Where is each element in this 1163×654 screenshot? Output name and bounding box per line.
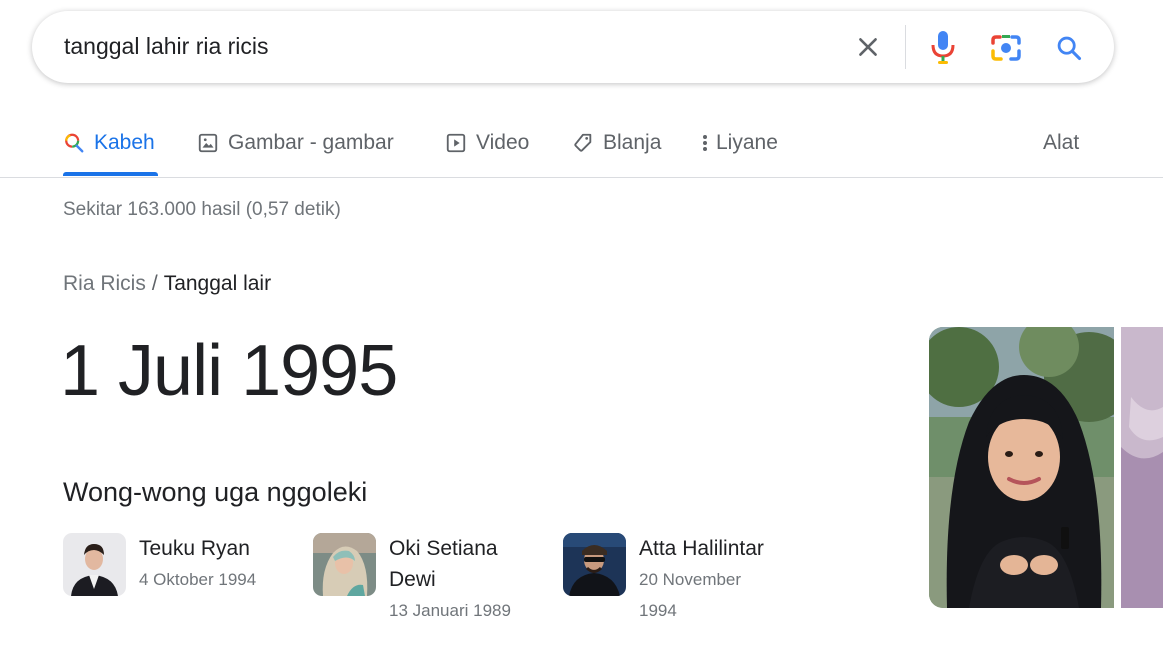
- microphone-icon: [931, 31, 955, 64]
- person-info: Oki Setiana Dewi 13 Januari 1989: [389, 533, 511, 626]
- person-thumbnail[interactable]: [313, 533, 376, 596]
- search-input[interactable]: tanggal lahir ria ricis: [64, 33, 269, 60]
- breadcrumb-entity-link[interactable]: Ria Ricis: [63, 272, 146, 295]
- person-name-line: Oki Setiana: [389, 537, 498, 560]
- voice-search-button[interactable]: [925, 27, 961, 67]
- tabs-divider: [0, 177, 1163, 178]
- related-person[interactable]: Teuku Ryan 4 Oktober 1994: [63, 533, 256, 596]
- person-birthdate: 20 November 1994: [639, 564, 764, 626]
- related-person[interactable]: Oki Setiana Dewi 13 Januari 1989: [313, 533, 511, 626]
- tag-icon: [572, 132, 594, 154]
- search-icon: [1057, 36, 1082, 61]
- search-tabs: Kabeh Gambar - gambar Video Blanja Liyan…: [0, 112, 1163, 178]
- result-stats: Sekitar 163.000 hasil (0,57 detik): [63, 199, 341, 220]
- person-name[interactable]: Atta Halilintar: [639, 533, 764, 564]
- person-info: Teuku Ryan 4 Oktober 1994: [139, 533, 256, 596]
- person-birthdate: 13 Januari 1989: [389, 601, 511, 620]
- tools-label: Alat: [1043, 131, 1080, 154]
- tab-label: Video: [476, 131, 530, 154]
- breadcrumb-attribute: Tanggal lair: [163, 272, 272, 295]
- tab-more[interactable]: Liyane: [700, 128, 778, 158]
- search-bar[interactable]: tanggal lahir ria ricis: [32, 11, 1114, 83]
- person-name-line: Dewi: [389, 568, 436, 591]
- tab-all[interactable]: Kabeh: [63, 128, 155, 158]
- tab-label: Liyane: [716, 131, 778, 154]
- search-icon: [63, 132, 85, 154]
- person-name[interactable]: Oki Setiana Dewi: [389, 533, 511, 595]
- answer-date: 1 Juli 1995: [60, 331, 398, 411]
- person-thumbnail[interactable]: [563, 533, 626, 596]
- entity-photo-secondary[interactable]: [1121, 327, 1163, 608]
- people-also-search-heading: Wong-wong uga nggoleki: [63, 477, 368, 507]
- tab-shopping[interactable]: Blanja: [572, 128, 661, 158]
- tab-video[interactable]: Video: [445, 128, 529, 158]
- search-bar-divider: [905, 25, 906, 69]
- tab-images[interactable]: Gambar - gambar: [197, 128, 394, 158]
- person-birthdate-line: 20 November: [639, 570, 742, 589]
- image-search-button[interactable]: [987, 29, 1025, 67]
- camera-lens-icon: [991, 35, 1021, 61]
- close-icon: [859, 38, 877, 56]
- tab-label: Gambar - gambar: [228, 131, 394, 154]
- entity-photo[interactable]: [929, 327, 1114, 608]
- tab-label: Kabeh: [94, 131, 155, 154]
- person-birthdate: 4 Oktober 1994: [139, 570, 257, 589]
- clear-search-button[interactable]: [850, 29, 886, 65]
- tools-button[interactable]: Alat: [1043, 128, 1079, 158]
- more-vert-icon: [700, 132, 710, 154]
- breadcrumb-separator: /: [151, 272, 158, 295]
- person-thumbnail[interactable]: [63, 533, 126, 596]
- active-tab-indicator: [63, 172, 158, 176]
- related-person[interactable]: Atta Halilintar 20 November 1994: [563, 533, 764, 626]
- video-icon: [445, 132, 467, 154]
- search-button[interactable]: [1050, 29, 1088, 67]
- person-name[interactable]: Teuku Ryan: [139, 533, 256, 564]
- person-birthdate-line: 1994: [639, 601, 677, 620]
- image-icon: [197, 132, 219, 154]
- breadcrumb: Ria Ricis / Tanggal lair: [63, 272, 271, 296]
- person-info: Atta Halilintar 20 November 1994: [639, 533, 764, 626]
- tab-label: Blanja: [603, 131, 662, 154]
